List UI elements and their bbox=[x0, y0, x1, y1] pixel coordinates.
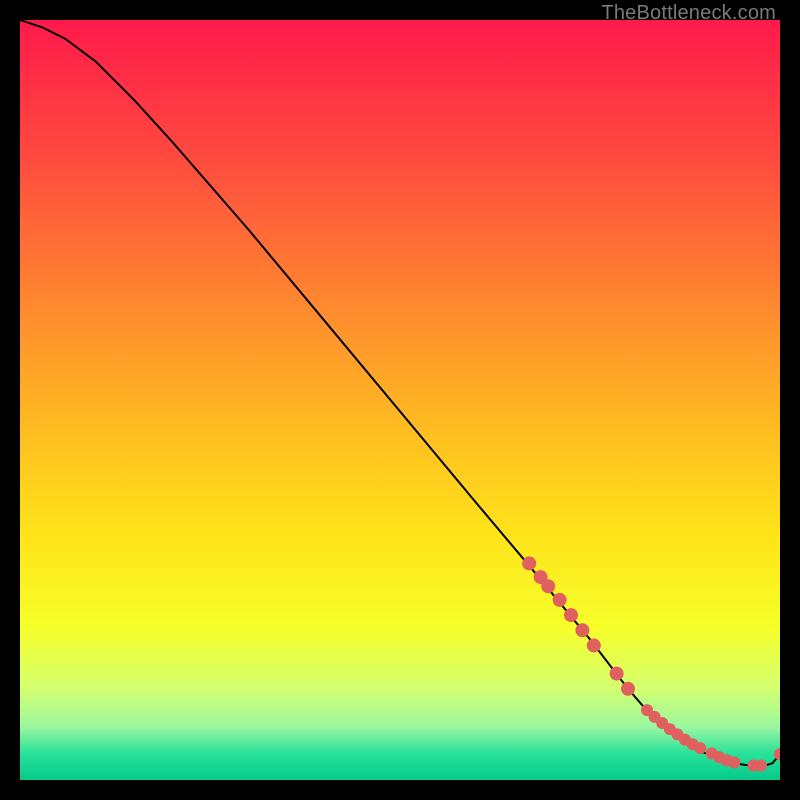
chart-area bbox=[20, 20, 780, 780]
data-point bbox=[575, 623, 589, 637]
data-point bbox=[553, 593, 567, 607]
chart-background bbox=[20, 20, 780, 780]
data-point bbox=[755, 760, 767, 772]
data-point bbox=[728, 757, 740, 769]
chart-svg bbox=[20, 20, 780, 780]
data-point bbox=[522, 556, 536, 570]
data-point bbox=[564, 608, 578, 622]
data-point bbox=[587, 638, 601, 652]
data-point bbox=[610, 667, 624, 681]
data-point bbox=[694, 742, 706, 754]
data-point bbox=[621, 682, 635, 696]
data-point bbox=[541, 579, 555, 593]
